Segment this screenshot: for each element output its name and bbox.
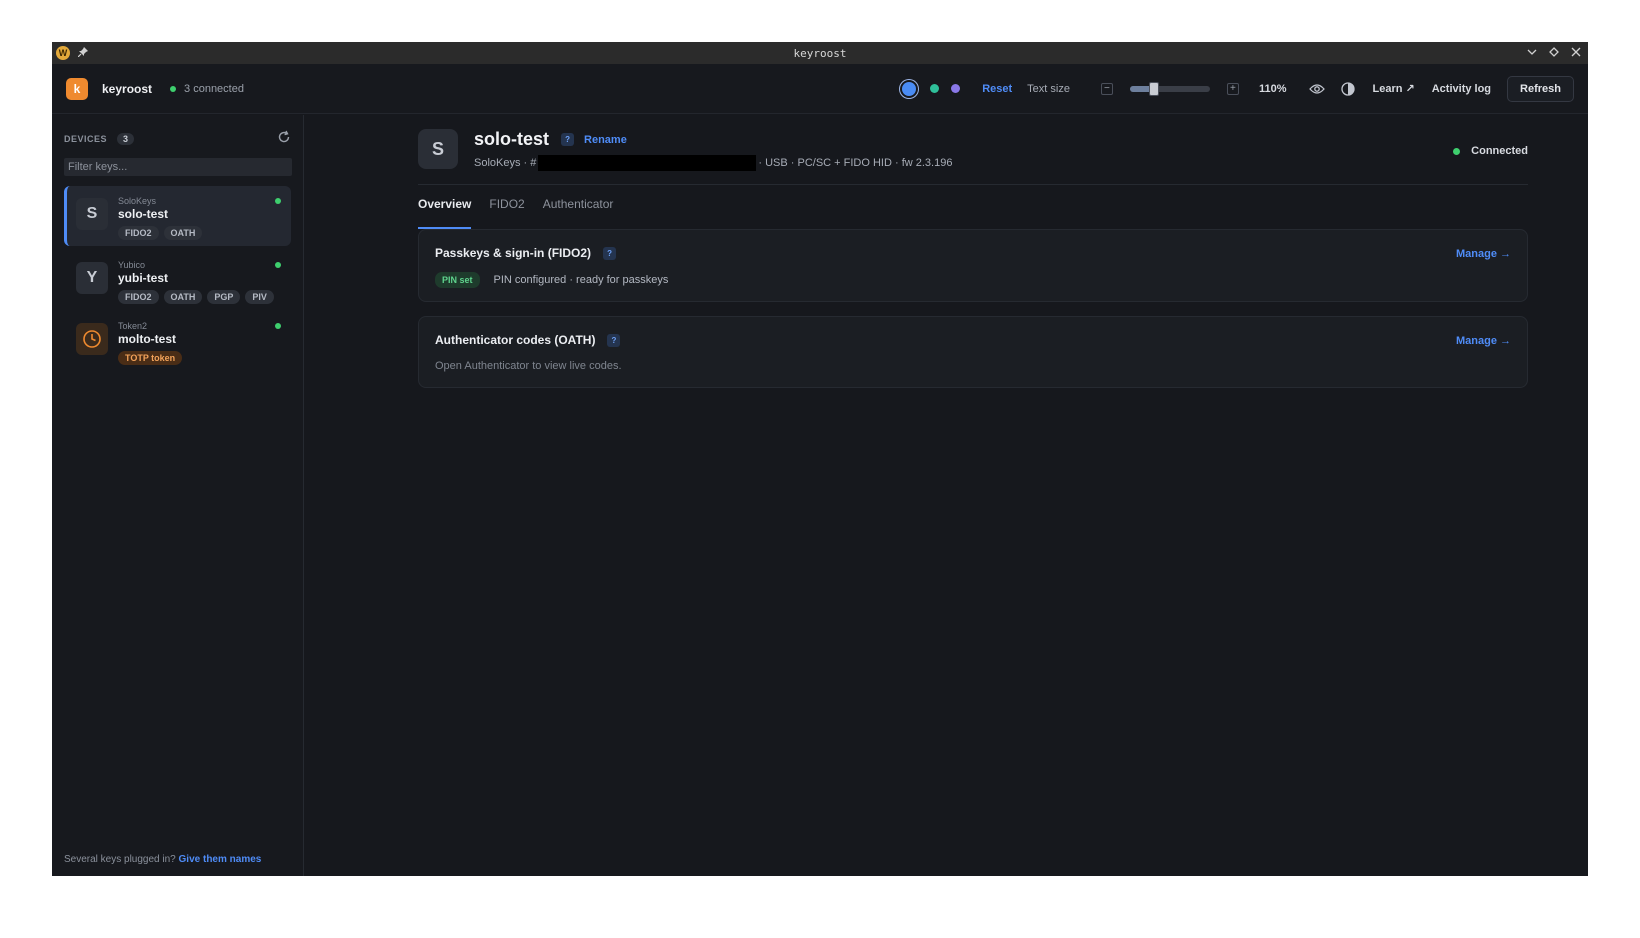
- sidebar-footer: Several keys plugged in? Give them names: [64, 854, 261, 865]
- app-window: W keyroost k keyroost 3 connected Reset …: [52, 42, 1588, 876]
- oath-card-title: Authenticator codes (OATH): [435, 333, 596, 347]
- capability-chip: OATH: [163, 290, 203, 304]
- device-title: solo-test: [474, 129, 550, 149]
- clock-icon: [76, 323, 108, 355]
- connected-count: 3 connected: [184, 82, 244, 95]
- contrast-icon[interactable]: [1340, 81, 1355, 96]
- device-subtitle: SoloKeys · # · USB · PC/SC + FIDO HID · …: [474, 155, 952, 171]
- zoom-level: 110%: [1258, 82, 1287, 95]
- tab-overview[interactable]: Overview: [418, 197, 472, 229]
- tab-authenticator[interactable]: Authenticator: [543, 197, 614, 229]
- app-header: k keyroost 3 connected Reset Text size −…: [52, 64, 1588, 114]
- maximize-icon[interactable]: [1548, 46, 1560, 60]
- device-subtitle-suffix: · USB · PC/SC + FIDO HID · fw 2.3.196: [758, 157, 953, 169]
- oath-manage-link[interactable]: Manage →: [1456, 335, 1511, 347]
- app-logo: k: [66, 77, 88, 100]
- oath-hint-text: Open Authenticator to view live codes.: [435, 360, 622, 372]
- device-name: solo-test: [118, 207, 169, 221]
- totp-token-chip: TOTP token: [118, 351, 183, 365]
- capability-chip: FIDO2: [118, 290, 159, 304]
- capability-chip: PGP: [207, 290, 241, 304]
- fido2-manage-link[interactable]: Manage →: [1456, 248, 1511, 260]
- close-icon[interactable]: [1570, 47, 1582, 60]
- capability-chip: PIV: [245, 290, 274, 304]
- text-size-increase-button[interactable]: +: [1226, 82, 1239, 95]
- device-connection-status: Connected: [1453, 145, 1528, 157]
- device-name: yubi-test: [118, 271, 169, 285]
- devices-heading: DEVICES: [64, 134, 108, 144]
- status-text: Connected: [1471, 145, 1528, 157]
- give-names-link[interactable]: Give them names: [179, 854, 262, 865]
- fido2-card-title: Passkeys & sign-in (FIDO2): [435, 246, 592, 260]
- device-avatar: S: [76, 198, 108, 230]
- device-count-badge: 3: [117, 133, 135, 145]
- app-name: keyroost: [102, 81, 153, 96]
- window-title: keyroost: [793, 46, 847, 60]
- device-detail-panel: S solo-test ? Rename SoloKeys · # · USB …: [418, 115, 1528, 402]
- status-dot: [1453, 147, 1461, 155]
- device-vendor: SoloKeys: [118, 196, 157, 206]
- device-item-molto-test[interactable]: Token2 molto-test TOTP token: [64, 311, 291, 371]
- device-vendor: Token2: [118, 321, 148, 331]
- device-status-dot: [275, 198, 281, 204]
- text-size-decrease-button[interactable]: −: [1100, 82, 1113, 95]
- filter-keys-input[interactable]: [64, 158, 292, 176]
- device-status-dot: [275, 323, 281, 329]
- help-icon[interactable]: ?: [603, 246, 617, 260]
- footer-text: Several keys plugged in?: [64, 854, 176, 865]
- device-avatar: Y: [76, 262, 108, 294]
- device-item-solo-test[interactable]: S SoloKeys solo-test FIDO2 OATH: [64, 186, 291, 246]
- learn-link[interactable]: Learn ↗: [1373, 82, 1415, 95]
- rescan-icon[interactable]: [277, 130, 291, 149]
- capability-chip: FIDO2: [118, 226, 159, 240]
- text-size-slider-thumb[interactable]: [1148, 81, 1159, 96]
- theme-blue-swatch[interactable]: [902, 81, 917, 96]
- sidebar: DEVICES 3 S SoloKeys solo-test FIDO2 OAT…: [52, 115, 304, 876]
- eye-icon[interactable]: [1308, 83, 1325, 95]
- theme-teal-swatch[interactable]: [930, 84, 940, 93]
- device-header: S solo-test ? Rename SoloKeys · # · USB …: [418, 115, 1528, 185]
- text-size-label: Text size: [1027, 82, 1070, 95]
- reset-button[interactable]: Reset: [982, 83, 1012, 95]
- tab-fido2[interactable]: FIDO2: [489, 197, 524, 229]
- pin-icon[interactable]: [77, 46, 88, 60]
- refresh-button[interactable]: Refresh: [1507, 75, 1574, 102]
- device-name: molto-test: [118, 332, 176, 346]
- help-icon[interactable]: ?: [561, 133, 575, 146]
- device-status-dot: [275, 262, 281, 268]
- device-subtitle-prefix: SoloKeys · #: [474, 157, 537, 169]
- oath-card: Authenticator codes (OATH) ? Manage → Op…: [418, 316, 1528, 388]
- device-item-yubi-test[interactable]: Y Yubico yubi-test FIDO2 OATH PGP PIV: [64, 250, 291, 310]
- text-size-slider[interactable]: [1129, 81, 1210, 96]
- activity-log-link[interactable]: Activity log: [1432, 83, 1491, 95]
- device-avatar-large: S: [418, 129, 458, 169]
- connection-status-dot: [170, 85, 177, 92]
- device-tabs: Overview FIDO2 Authenticator: [418, 197, 1528, 229]
- device-vendor: Yubico: [118, 260, 146, 270]
- theme-purple-swatch[interactable]: [951, 84, 961, 93]
- window-app-icon: W: [56, 46, 70, 60]
- fido2-status-text: PIN configured · ready for passkeys: [493, 274, 669, 286]
- capability-chip: OATH: [163, 226, 203, 240]
- rename-button[interactable]: Rename: [584, 134, 627, 146]
- minimize-icon[interactable]: [1526, 47, 1538, 60]
- title-bar: W keyroost: [52, 42, 1588, 64]
- redacted-serial: [538, 155, 757, 171]
- help-icon[interactable]: ?: [607, 333, 621, 347]
- pin-status-badge: PIN set: [435, 272, 480, 288]
- fido2-card: Passkeys & sign-in (FIDO2) ? Manage → PI…: [418, 229, 1528, 302]
